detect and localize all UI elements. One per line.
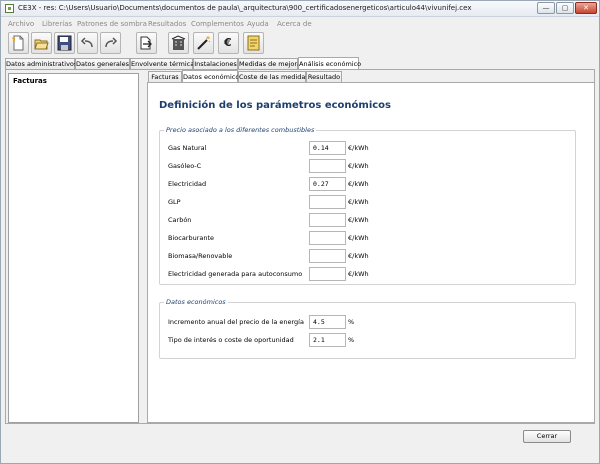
- toolbar: €: [1, 30, 599, 57]
- facturas-panel-title: Facturas: [13, 77, 47, 85]
- biomasa-renovable-field[interactable]: [309, 249, 346, 263]
- subtab-resultado[interactable]: Resultado: [306, 71, 342, 82]
- maximize-button[interactable]: ▢: [556, 2, 574, 14]
- app-window: CE3X - res: C:\Users\Usuario\Documents\d…: [0, 0, 600, 464]
- menu-acerca-de[interactable]: Acerca de: [277, 20, 312, 28]
- tab-medidas-de-mejora[interactable]: Medidas de mejora: [238, 58, 301, 69]
- menu-complementos[interactable]: Complementos: [191, 20, 244, 28]
- euro-icon: €: [224, 36, 232, 49]
- glp-label: GLP: [168, 198, 181, 206]
- subtab-facturas[interactable]: Facturas: [148, 71, 182, 82]
- window-title: CE3X - res: C:\Users\Usuario\Documents\d…: [18, 4, 472, 12]
- biocarburante-field[interactable]: [309, 231, 346, 245]
- import-icon: [140, 36, 152, 50]
- glp-field[interactable]: [309, 195, 346, 209]
- tab-envolvente-termica[interactable]: Envolvente térmica: [130, 58, 194, 69]
- gasoleo-c-label: Gasóleo-C: [168, 162, 202, 170]
- new-button[interactable]: [8, 32, 29, 54]
- tab-analisis-economico[interactable]: Análisis económico: [298, 57, 361, 69]
- menu-librerias[interactable]: Librerías: [42, 20, 72, 28]
- menu-ayuda[interactable]: Ayuda: [247, 20, 269, 28]
- menu-bar: Archivo Librerías Patrones de sombra Res…: [1, 18, 599, 30]
- cerrar-button[interactable]: Cerrar: [523, 430, 571, 443]
- minimize-button[interactable]: —: [537, 2, 555, 14]
- gasoleo-c-field[interactable]: [309, 159, 346, 173]
- import-button[interactable]: [136, 32, 157, 54]
- incremento-anual-label: Incremento anual del precio de la energí…: [168, 318, 304, 326]
- new-document-icon: [11, 35, 24, 51]
- building-button[interactable]: [168, 32, 189, 54]
- save-button[interactable]: [54, 32, 75, 54]
- tab-datos-administrativos[interactable]: Datos administrativos: [5, 58, 77, 69]
- subtab-datos-economicos[interactable]: Datos económicos: [182, 70, 243, 82]
- undo-button[interactable]: [77, 32, 98, 54]
- menu-archivo[interactable]: Archivo: [8, 20, 34, 28]
- autoconsumo-label: Electricidad generada para autoconsumo: [168, 270, 303, 278]
- incremento-anual-field[interactable]: 4.5: [309, 315, 346, 329]
- electricidad-label: Electricidad: [168, 180, 207, 188]
- glp-unit: €/kWh: [348, 198, 369, 206]
- gas-natural-unit: €/kWh: [348, 144, 369, 152]
- electricidad-unit: €/kWh: [348, 180, 369, 188]
- open-folder-icon: [34, 39, 49, 50]
- magic-wand-icon: [197, 36, 211, 50]
- carbon-label: Carbón: [168, 216, 192, 224]
- biomasa-renovable-unit: €/kWh: [348, 252, 369, 260]
- tab-datos-generales[interactable]: Datos generales: [75, 58, 130, 69]
- gasoleo-c-unit: €/kWh: [348, 162, 369, 170]
- economic-data-group: Datos económicos Incremento anual del pr…: [159, 298, 576, 359]
- notes-icon: [247, 35, 260, 51]
- econ-group-legend: Datos económicos: [164, 298, 228, 306]
- economic-button[interactable]: €: [218, 32, 239, 54]
- notes-button[interactable]: [243, 32, 264, 54]
- redo-icon: [105, 37, 118, 48]
- biocarburante-unit: €/kWh: [348, 234, 369, 242]
- gas-natural-field[interactable]: 0.14: [309, 141, 346, 155]
- redo-button[interactable]: [100, 32, 121, 54]
- subtab-coste-de-las-medidas[interactable]: Coste de las medidas: [238, 71, 309, 82]
- wand-button[interactable]: [193, 32, 214, 54]
- biomasa-renovable-label: Biomasa/Renovable: [168, 252, 233, 260]
- autoconsumo-unit: €/kWh: [348, 270, 369, 278]
- tipo-interes-label: Tipo de interés o coste de oportunidad: [168, 336, 294, 344]
- incremento-anual-unit: %: [348, 318, 355, 326]
- section-title: Definición de los parámetros económicos: [159, 100, 391, 111]
- facturas-list-panel[interactable]: Facturas: [8, 73, 139, 423]
- building-icon: [171, 35, 186, 50]
- autoconsumo-field[interactable]: [309, 267, 346, 281]
- tipo-interes-unit: %: [348, 336, 355, 344]
- electricidad-field[interactable]: 0.27: [309, 177, 346, 191]
- tab-instalaciones[interactable]: Instalaciones: [193, 58, 238, 69]
- undo-icon: [80, 37, 93, 48]
- carbon-field[interactable]: [309, 213, 346, 227]
- menu-resultados[interactable]: Resultados: [148, 20, 186, 28]
- carbon-unit: €/kWh: [348, 216, 369, 224]
- main-content: Facturas Facturas Datos económicos Coste…: [5, 69, 595, 424]
- title-bar[interactable]: CE3X - res: C:\Users\Usuario\Documents\d…: [1, 1, 599, 17]
- fuel-price-group: Precio asociado a los diferentes combust…: [159, 126, 576, 285]
- tipo-interes-field[interactable]: 2.1: [309, 333, 346, 347]
- gas-natural-label: Gas Natural: [168, 144, 207, 152]
- open-button[interactable]: [31, 32, 52, 54]
- menu-patrones-de-sombra[interactable]: Patrones de sombra: [77, 20, 147, 28]
- close-window-button[interactable]: ✕: [575, 2, 597, 14]
- save-disk-icon: [57, 35, 72, 51]
- fuel-group-legend: Precio asociado a los diferentes combust…: [164, 126, 317, 134]
- app-logo-icon: [5, 4, 14, 13]
- biocarburante-label: Biocarburante: [168, 234, 215, 242]
- datos-economicos-panel: Definición de los parámetros económicos …: [147, 82, 595, 423]
